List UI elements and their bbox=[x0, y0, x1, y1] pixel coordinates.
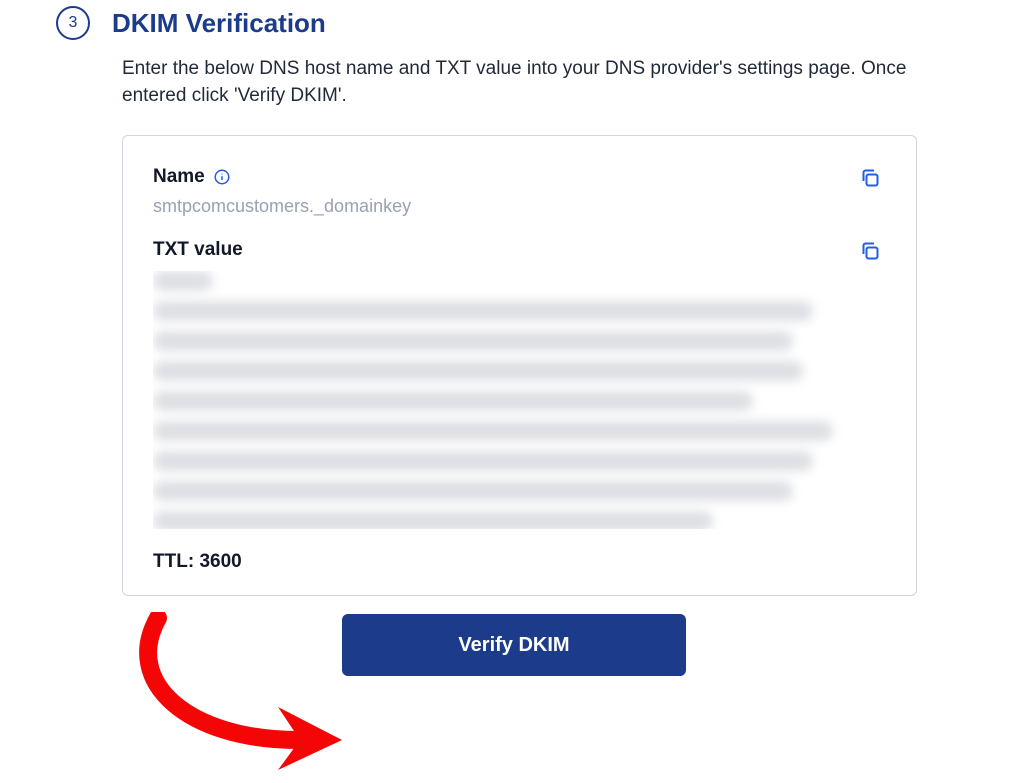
ttl-label: TTL: bbox=[153, 551, 194, 572]
name-value: smtpcomcustomers._domainkey bbox=[153, 196, 886, 217]
copy-txt-button[interactable] bbox=[856, 237, 884, 265]
step-description: Enter the below DNS host name and TXT va… bbox=[122, 56, 942, 109]
txt-field-header: TXT value bbox=[153, 239, 886, 261]
step-number-badge: 3 bbox=[56, 6, 90, 40]
step-title: DKIM Verification bbox=[112, 8, 326, 39]
name-field: Name smtpcomcustomers._domai bbox=[153, 166, 886, 217]
ttl-row: TTL: 3600 bbox=[153, 551, 886, 573]
copy-name-button[interactable] bbox=[856, 164, 884, 192]
step-header: 3 DKIM Verification bbox=[52, 0, 972, 40]
step-number: 3 bbox=[69, 14, 78, 32]
info-icon[interactable] bbox=[213, 168, 231, 186]
ttl-value: 3600 bbox=[199, 551, 241, 572]
txt-label: TXT value bbox=[153, 239, 243, 261]
copy-icon bbox=[858, 166, 882, 190]
dns-record-card: Name smtpcomcustomers._domai bbox=[122, 135, 917, 596]
verify-dkim-button[interactable]: Verify DKIM bbox=[342, 614, 686, 676]
dkim-verification-page: 3 DKIM Verification Enter the below DNS … bbox=[0, 0, 1024, 783]
name-label: Name bbox=[153, 166, 205, 188]
name-field-header: Name bbox=[153, 166, 886, 188]
txt-field: TXT value bbox=[153, 239, 886, 529]
copy-icon bbox=[858, 239, 882, 263]
annotation-arrow-icon bbox=[128, 612, 368, 772]
txt-value-obscured bbox=[153, 271, 886, 529]
